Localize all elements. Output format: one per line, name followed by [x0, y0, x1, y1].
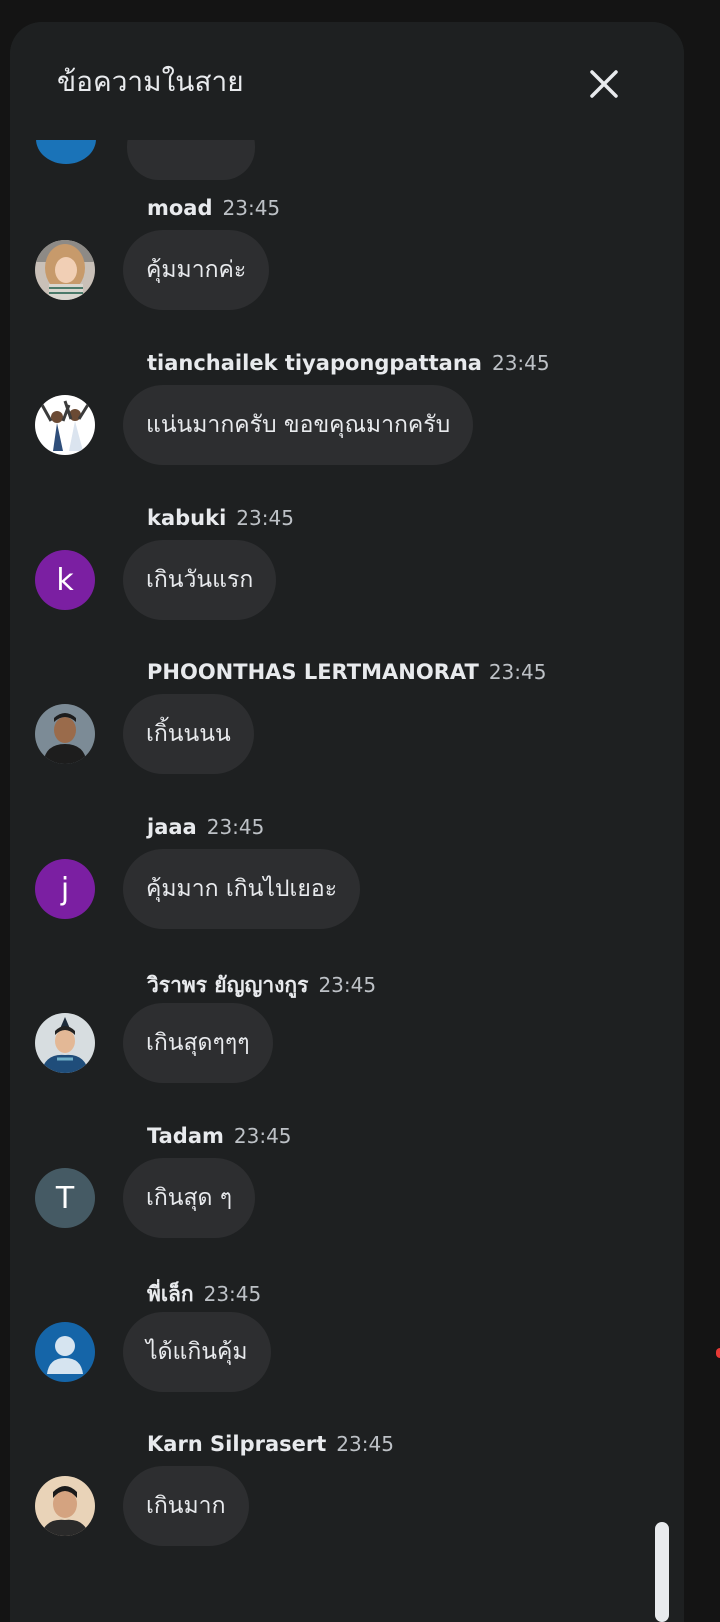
chat-message: kabuki 23:45 k เกินวันแรก: [10, 506, 684, 662]
author-name[interactable]: วิราพร ยัญญางกูร: [147, 969, 308, 1002]
message-text: เกินสุด ๆ: [146, 1185, 233, 1211]
message-header: PHOONTHAS LERTMANORAT 23:45: [147, 660, 546, 692]
timestamp: 23:45: [233, 1124, 292, 1148]
avatar-photo: [35, 395, 95, 455]
timestamp: 23:45: [318, 973, 377, 997]
avatar-initial: T: [55, 1180, 75, 1216]
avatar[interactable]: T: [35, 1168, 95, 1228]
avatar[interactable]: [35, 240, 95, 300]
timestamp: 23:45: [236, 506, 294, 530]
message-bubble: คุ้มมาก เกินไปเยอะ: [123, 849, 361, 929]
message-bubble: เกินวันแรก: [123, 540, 277, 620]
message-bubble: เกินสุด ๆ: [123, 1158, 256, 1238]
author-name[interactable]: Karn Silprasert: [147, 1432, 326, 1456]
message-header: moad 23:45: [147, 196, 280, 228]
chat-message: Tadam 23:45 T เกินสุด ๆ: [10, 1124, 684, 1280]
message-bubble: เกิ้นนนน: [123, 694, 254, 774]
message-text: ได้แกินคุ้ม: [146, 1339, 248, 1365]
avatar-photo: [35, 240, 95, 300]
avatar[interactable]: [35, 1322, 95, 1382]
panel-header: ข้อความในสาย: [10, 22, 684, 140]
message-header: พี่เล็ก 23:45: [147, 1278, 261, 1310]
chat-message: moad 23:45 คุ้มมากค่ะ: [10, 196, 684, 352]
timestamp: 23:45: [491, 351, 550, 375]
author-name[interactable]: PHOONTHAS LERTMANORAT: [147, 660, 479, 684]
message-header: Tadam 23:45: [147, 1124, 292, 1156]
message-bubble: เกินมาก: [123, 1466, 249, 1546]
message-text: เกิ้นนนน: [146, 721, 231, 747]
scrollbar-thumb[interactable]: [655, 1522, 669, 1622]
message-text: คุ้มมาก เกินไปเยอะ: [146, 876, 338, 902]
message-bubble: เกินสุดๆๆๆ: [123, 1003, 273, 1083]
avatar-initial: j: [60, 871, 70, 907]
avatar-photo: [35, 1476, 95, 1536]
message-bubble: ได้แกินคุ้ม: [123, 1312, 271, 1392]
timestamp: 23:45: [203, 1282, 262, 1306]
avatar[interactable]: [35, 1476, 95, 1536]
avatar[interactable]: k: [35, 550, 95, 610]
chat-message: Karn Silprasert 23:45 เกินมาก: [10, 1432, 684, 1588]
avatar-initial: k: [56, 562, 74, 598]
close-button[interactable]: [582, 62, 626, 106]
message-text: เกินสุดๆๆๆ: [146, 1030, 250, 1056]
live-indicator-dot: [716, 1348, 720, 1358]
message-bubble: คุ้มมากค่ะ: [123, 230, 270, 310]
window-edge: [698, 0, 720, 1598]
timestamp: 23:45: [206, 815, 265, 839]
message-text: แน่นมากครับ ขอขคุณมากครับ: [146, 412, 451, 438]
chat-message: วิราพร ยัญญางกูร 23:45 เกินสุดๆๆๆ: [10, 969, 684, 1125]
message-header: jaaa 23:45: [147, 815, 264, 847]
message-header: tianchailek tiyapongpattana 23:45: [147, 351, 550, 383]
author-name[interactable]: kabuki: [147, 506, 226, 530]
close-icon: [590, 70, 618, 98]
avatar[interactable]: [35, 1013, 95, 1073]
message-header: kabuki 23:45: [147, 506, 294, 538]
author-name[interactable]: moad: [147, 196, 213, 220]
chat-message: PHOONTHAS LERTMANORAT 23:45 เกิ้นนนน: [10, 660, 684, 816]
avatar[interactable]: [35, 395, 95, 455]
timestamp: 23:45: [336, 1432, 394, 1456]
author-name[interactable]: พี่เล็ก: [147, 1278, 194, 1311]
message-text: เกินมาก: [146, 1493, 226, 1519]
timestamp: 23:45: [488, 660, 547, 684]
panel-title: ข้อความในสาย: [57, 65, 244, 98]
author-name[interactable]: jaaa: [147, 815, 197, 839]
message-text: คุ้มมากค่ะ: [146, 257, 247, 283]
person-icon: [47, 1336, 83, 1374]
avatar[interactable]: j: [35, 859, 95, 919]
chat-message: jaaa 23:45 j คุ้มมาก เกินไปเยอะ: [10, 815, 684, 971]
message-header: Karn Silprasert 23:45: [147, 1432, 394, 1464]
avatar[interactable]: [35, 704, 95, 764]
message-text: เกินวันแรก: [146, 567, 254, 593]
message-bubble: แน่นมากครับ ขอขคุณมากครับ: [123, 385, 474, 465]
avatar-photo: [35, 704, 95, 764]
message-header: วิราพร ยัญญางกูร 23:45: [147, 969, 376, 1001]
live-chat-panel: moad 23:45 คุ้มมากค่ะ tianchailek tiyapo…: [10, 22, 684, 1622]
chat-message: พี่เล็ก 23:45 ได้แกินคุ้ม: [10, 1278, 684, 1434]
avatar-photo: [35, 1013, 95, 1073]
author-name[interactable]: tianchailek tiyapongpattana: [147, 351, 482, 375]
author-name[interactable]: Tadam: [147, 1124, 224, 1148]
timestamp: 23:45: [222, 196, 281, 220]
chat-message: tianchailek tiyapongpattana 23:45 แน่นมา…: [10, 351, 684, 507]
